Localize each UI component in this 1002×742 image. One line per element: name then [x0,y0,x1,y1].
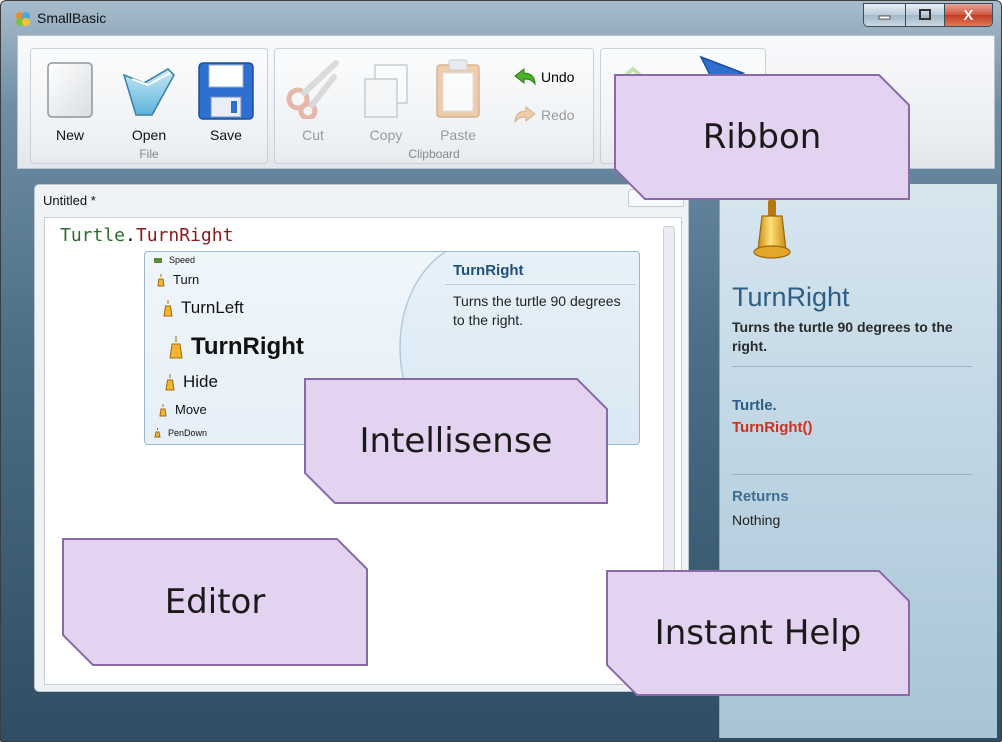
new-label: New [55,127,84,143]
copy-label: Copy [369,127,403,143]
paste-clipboard-icon [436,59,480,118]
help-object-name: Turtle. [732,397,777,414]
file-group-label: File [139,147,159,161]
save-label: Save [210,127,242,143]
window-title: SmallBasic [37,10,107,26]
callout-instant-help: Instant Help [605,569,911,697]
open-folder-icon [122,68,175,116]
help-description: Turns the turtle 90 degrees to the right… [732,319,953,354]
help-title: TurnRight [732,282,850,312]
property-icon [154,257,162,263]
redo-label: Redo [541,107,575,123]
save-button[interactable]: Save [193,55,259,151]
callout-editor: Editor [61,537,369,667]
smallbasic-logo-icon [16,12,30,26]
callout-intellisense-label: Intellisense [359,421,553,461]
code-dot: . [125,225,136,246]
close-button[interactable]: X [944,4,992,26]
intellisense-description: Turns the turtle 90 degrees to the right… [453,293,621,328]
document-tab[interactable]: Untitled * [43,193,96,208]
file-group: New Open Save File [30,48,268,164]
title-bar[interactable]: SmallBasic X [1,1,1001,35]
new-document-icon [47,62,93,118]
help-divider [732,366,972,367]
redo-button[interactable]: Redo [513,105,574,125]
callout-ribbon: Ribbon [613,73,911,201]
callout-editor-label: Editor [164,582,266,622]
code-object: Turtle [60,225,126,246]
help-returns-value: Nothing [732,512,781,528]
callout-intellisense: Intellisense [303,377,609,505]
turtle-bell-icon [753,200,791,259]
operation-icon [154,428,161,438]
intellisense-item[interactable]: Hide [163,372,218,392]
app-window: SmallBasic X New Open Save File Cut Copy… [0,0,1002,742]
redo-arrow-icon [514,105,536,124]
code-line[interactable]: Turtle.TurnRight [60,225,233,246]
open-button[interactable]: Open [117,55,181,151]
intellisense-item[interactable]: TurnLeft [161,298,244,318]
clipboard-group-label: Clipboard [408,147,460,161]
new-button[interactable]: New [39,55,101,151]
scissors-icon [286,60,339,119]
callout-ribbon-label: Ribbon [702,117,822,157]
callout-instant-help-label: Instant Help [654,613,862,653]
maximize-icon [919,9,932,20]
code-operation: TurnRight [135,225,234,246]
clipboard-group: Cut Copy Paste Undo Redo Clipboard [274,48,594,164]
undo-button[interactable]: Undo [513,67,574,87]
minimize-button[interactable] [864,4,907,26]
paste-button[interactable]: Paste [427,55,489,151]
intellisense-item-selected[interactable]: TurnRight [167,333,304,361]
undo-arrow-icon [514,67,536,86]
save-floppy-icon [198,62,254,120]
intellisense-title: TurnRight [453,262,524,279]
copy-icon [364,64,408,118]
operation-icon [165,374,175,391]
operation-icon [157,273,165,286]
operation-icon [159,403,167,416]
operation-icon [169,336,183,359]
help-divider [732,474,972,475]
intellisense-divider [445,284,635,285]
help-operation-signature: TurnRight() [732,419,813,436]
minimize-icon [878,15,891,20]
close-icon: X [963,6,974,24]
intellisense-item[interactable]: Speed [153,255,195,265]
copy-button[interactable]: Copy [355,55,417,151]
undo-label: Undo [541,69,575,85]
help-returns-heading: Returns [732,488,789,505]
intellisense-item[interactable]: Move [157,402,207,417]
open-label: Open [131,127,167,143]
paste-label: Paste [440,127,476,143]
intellisense-item[interactable]: Turn [155,272,199,287]
cut-label: Cut [302,127,324,143]
cut-button[interactable]: Cut [281,55,345,151]
operation-icon [163,300,173,317]
window-controls: X [863,3,993,27]
maximize-button[interactable] [906,4,945,26]
intellisense-item[interactable]: PenDown [153,427,207,438]
